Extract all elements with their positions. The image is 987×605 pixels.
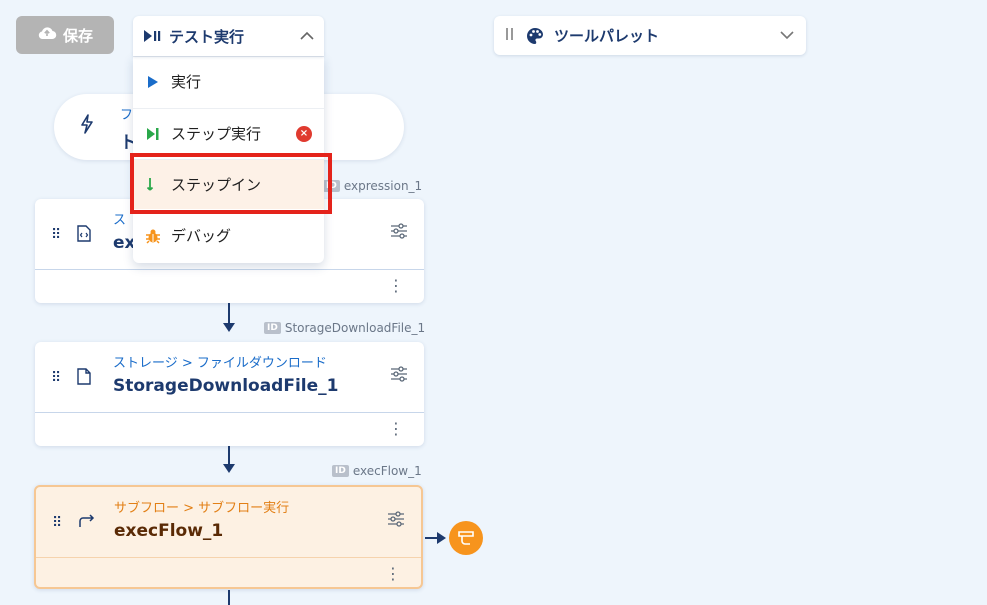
id-badge: ID bbox=[323, 180, 340, 192]
cloud-icon bbox=[37, 26, 57, 44]
menu-item-label: 実行 bbox=[171, 73, 202, 91]
menu-item-label: ステップイン bbox=[171, 176, 262, 194]
redirect-arrow-icon bbox=[78, 513, 96, 532]
menu-item-label: ステップ実行 bbox=[171, 125, 262, 143]
chevron-down-icon bbox=[780, 28, 794, 44]
test-run-label: テスト実行 bbox=[169, 27, 245, 46]
arrow-right-icon bbox=[437, 532, 446, 544]
arrow-down-icon bbox=[223, 464, 235, 473]
chevron-up-icon bbox=[300, 28, 314, 44]
drag-handle-icon[interactable]: ⠿ bbox=[52, 515, 62, 531]
settings-sliders-icon[interactable] bbox=[387, 511, 405, 531]
menu-item-run[interactable]: 実行 bbox=[133, 56, 324, 106]
node-id-text: StorageDownloadFile_1 bbox=[284, 321, 426, 335]
bug-icon bbox=[145, 228, 161, 244]
test-run-menu: 実行 ステップ実行 × ステップイン デバッグ bbox=[133, 56, 324, 263]
connector-line bbox=[228, 446, 230, 466]
node-name: execFlow_1 bbox=[114, 521, 224, 541]
node-name: StorageDownloadFile_1 bbox=[113, 376, 339, 396]
step-in-icon bbox=[145, 177, 161, 193]
subflow-icon[interactable] bbox=[449, 521, 483, 555]
save-label: 保存 bbox=[62, 26, 93, 45]
menu-item-debug[interactable]: デバッグ bbox=[133, 210, 324, 260]
flow-node-storage-download[interactable]: ⠿ ストレージ > ファイルダウンロード StorageDownloadFile… bbox=[35, 342, 424, 446]
arrow-down-icon bbox=[223, 323, 235, 332]
tool-palette-dropdown[interactable]: ツールパレット bbox=[494, 16, 806, 55]
palette-label: ツールパレット bbox=[554, 27, 660, 45]
menu-item-step-run[interactable]: ステップ実行 × bbox=[133, 108, 324, 158]
save-button[interactable]: 保存 bbox=[16, 16, 114, 54]
drag-handle-icon[interactable]: ⠿ bbox=[51, 227, 61, 243]
trigger-category: フ bbox=[120, 108, 134, 123]
node-id-text: expression_1 bbox=[343, 179, 423, 193]
settings-sliders-icon[interactable] bbox=[390, 223, 408, 243]
node-category: ストレージ > ファイルダウンロード bbox=[113, 356, 327, 371]
node-id-label: ID StorageDownloadFile_1 bbox=[264, 321, 425, 335]
connector-line bbox=[228, 590, 230, 605]
flow-node-subflow[interactable]: ⠿ サブフロー > サブフロー実行 execFlow_1 ⋮ bbox=[34, 485, 423, 589]
palette-icon bbox=[526, 27, 544, 45]
drag-handle-icon[interactable] bbox=[506, 27, 514, 45]
node-category: サブフロー > サブフロー実行 bbox=[114, 501, 290, 516]
menu-item-label: デバッグ bbox=[171, 227, 232, 245]
id-badge: ID bbox=[332, 465, 349, 477]
node-category: ス bbox=[113, 213, 127, 228]
more-vertical-icon[interactable]: ⋮ bbox=[388, 419, 404, 438]
node-id-label: ID execFlow_1 bbox=[332, 464, 422, 478]
menu-item-step-in[interactable]: ステップイン bbox=[133, 159, 324, 209]
code-file-icon bbox=[77, 225, 91, 246]
id-badge: ID bbox=[264, 322, 281, 334]
lightning-icon bbox=[80, 114, 94, 139]
node-id-label: ID expression_1 bbox=[323, 179, 422, 193]
error-icon: × bbox=[296, 125, 312, 142]
test-run-dropdown[interactable]: テスト実行 bbox=[133, 16, 324, 56]
play-icon bbox=[145, 75, 161, 89]
step-forward-icon bbox=[145, 127, 161, 141]
play-pause-icon bbox=[143, 29, 161, 43]
drag-handle-icon[interactable]: ⠿ bbox=[51, 370, 61, 386]
file-icon bbox=[77, 368, 91, 389]
settings-sliders-icon[interactable] bbox=[390, 366, 408, 386]
more-vertical-icon[interactable]: ⋮ bbox=[385, 564, 401, 583]
connector-line bbox=[228, 303, 230, 325]
node-id-text: execFlow_1 bbox=[352, 464, 422, 478]
more-vertical-icon[interactable]: ⋮ bbox=[388, 276, 404, 295]
